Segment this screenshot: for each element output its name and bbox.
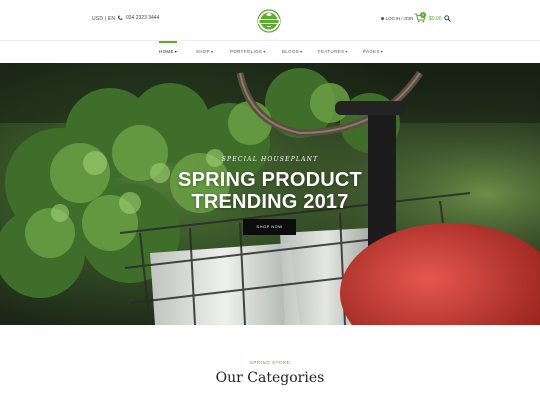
top-bar: USD | EN 034 2323 3444 LOG IN / JOIN 0 $… bbox=[0, 0, 540, 40]
search-icon[interactable] bbox=[444, 15, 451, 22]
nav-label: PORTFOLIOS bbox=[230, 49, 263, 54]
chevron-down-icon: ▾ bbox=[263, 49, 266, 54]
login-link[interactable]: LOG IN / JOIN bbox=[381, 16, 413, 21]
section-title: Our Categories bbox=[215, 370, 325, 386]
cart-count-badge: 0 bbox=[420, 12, 426, 18]
nav-item-blogs[interactable]: BLOGS▾ bbox=[282, 49, 303, 54]
nav-item-pages[interactable]: PAGES▾ bbox=[363, 49, 383, 54]
nav-item-features[interactable]: FEATURES▾ bbox=[318, 49, 348, 54]
hero-banner: SPECIAL HOUSEPLANT SPRING PRODUCT TRENDI… bbox=[0, 63, 540, 325]
cart-total[interactable]: $0.00 bbox=[429, 16, 442, 22]
phone-number: 034 2323 3444 bbox=[126, 15, 160, 21]
shop-now-button[interactable]: SHOP NOW bbox=[243, 219, 296, 235]
nav-label: BLOGS bbox=[282, 49, 300, 54]
nav-label: FEATURES bbox=[318, 49, 345, 54]
language-currency-switcher[interactable]: USD | EN bbox=[92, 16, 115, 22]
nav-item-portfolios[interactable]: PORTFOLIOS▾ bbox=[230, 49, 266, 54]
nav-label: PAGES bbox=[363, 49, 380, 54]
chevron-down-icon: ▾ bbox=[345, 49, 348, 54]
chevron-down-icon: ▾ bbox=[174, 49, 178, 54]
phone-icon bbox=[117, 15, 123, 20]
hero-subtitle: SPECIAL HOUSEPLANT bbox=[221, 156, 319, 163]
nav-label: SHOP bbox=[196, 49, 211, 54]
hero-title-line2: TRENDING 2017 bbox=[191, 191, 349, 213]
user-icon bbox=[381, 17, 384, 20]
phone-contact[interactable]: 034 2323 3444 bbox=[117, 15, 159, 21]
chevron-down-icon: ▾ bbox=[211, 49, 214, 54]
logo-emblem[interactable] bbox=[256, 8, 282, 34]
main-navigation: HOME▾ SHOP▾ PORTFOLIOS▾ BLOGS▾ FEATURES▾… bbox=[0, 40, 540, 63]
login-label: LOG IN / JOIN bbox=[386, 16, 414, 21]
chevron-down-icon: ▾ bbox=[380, 49, 384, 54]
hero-title-line1: SPRING PRODUCT bbox=[178, 169, 362, 191]
chevron-down-icon: ▾ bbox=[300, 49, 303, 54]
nav-item-home[interactable]: HOME▾ bbox=[159, 41, 178, 54]
nav-label: HOME bbox=[159, 49, 174, 54]
section-subtitle: SPRING STORE bbox=[249, 360, 291, 365]
nav-item-shop[interactable]: SHOP▾ bbox=[196, 49, 213, 54]
